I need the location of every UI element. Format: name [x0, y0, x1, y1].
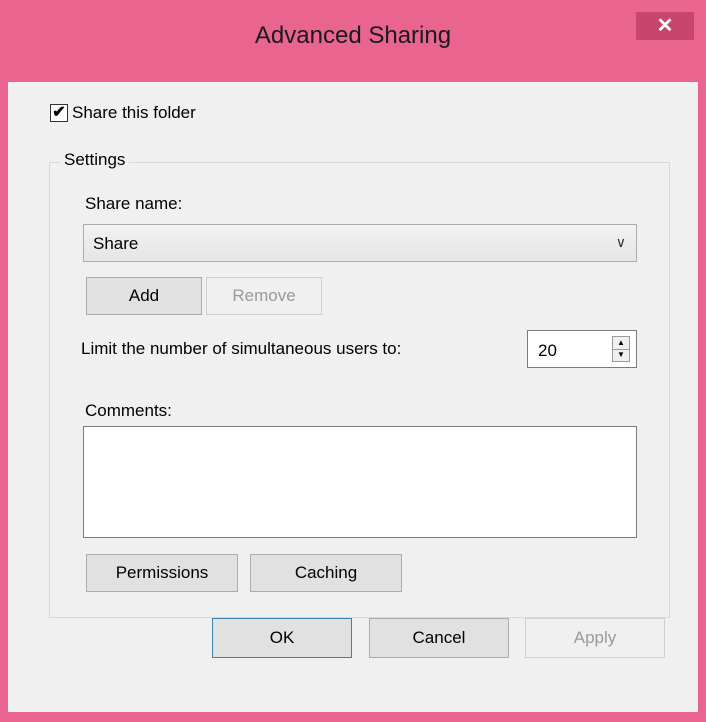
- settings-group-legend: Settings: [60, 150, 130, 170]
- user-limit-value[interactable]: 20: [538, 341, 557, 361]
- apply-button[interactable]: Apply: [525, 618, 665, 658]
- chevron-down-icon[interactable]: ∨: [616, 234, 626, 251]
- caching-button[interactable]: Caching: [250, 554, 402, 592]
- share-folder-checkbox[interactable]: ✔: [50, 104, 68, 122]
- share-name-value: Share: [93, 234, 139, 253]
- close-button[interactable]: ✕: [636, 12, 694, 40]
- window-title: Advanced Sharing: [254, 22, 452, 49]
- ok-button[interactable]: OK: [212, 618, 352, 658]
- comments-textarea[interactable]: [83, 426, 637, 538]
- checkmark-icon: ✔: [52, 104, 66, 121]
- comments-label: Comments:: [85, 401, 172, 420]
- spinner-buttons[interactable]: ▲ ▼: [612, 336, 630, 362]
- permissions-button[interactable]: Permissions: [86, 554, 238, 592]
- dialog-body: ✔ Share this folder Settings Share name:…: [8, 82, 698, 712]
- close-icon: ✕: [656, 15, 674, 37]
- remove-button[interactable]: Remove: [206, 277, 322, 315]
- user-limit-spinner[interactable]: 20 ▲ ▼: [527, 330, 637, 368]
- share-name-dropdown[interactable]: Share ∨: [83, 224, 637, 262]
- spin-down-icon[interactable]: ▼: [613, 349, 629, 361]
- dialog-window: Advanced Sharing ✕ ✔ Share this folder S…: [0, 0, 706, 722]
- cancel-button[interactable]: Cancel: [369, 618, 509, 658]
- share-folder-label[interactable]: Share this folder: [72, 103, 196, 123]
- title-bar[interactable]: Advanced Sharing ✕: [0, 0, 706, 82]
- share-name-label: Share name:: [85, 194, 183, 213]
- user-limit-label: Limit the number of simultaneous users t…: [81, 339, 402, 358]
- add-button[interactable]: Add: [86, 277, 202, 315]
